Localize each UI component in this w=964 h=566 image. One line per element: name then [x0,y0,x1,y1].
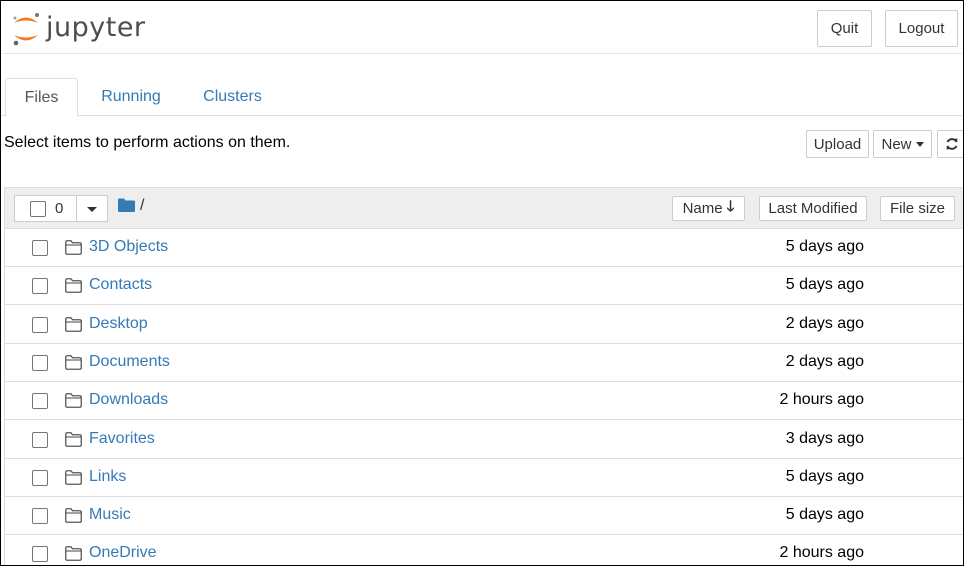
item-modified: 2 hours ago [779,391,864,409]
breadcrumb[interactable]: / [118,197,144,218]
item-modified: 5 days ago [785,238,864,255]
tab-clusters[interactable]: Clusters [191,78,274,116]
item-name-link[interactable]: Contacts [89,276,152,294]
file-list-header: 0 / Name 🡓 Last Modified File size [5,188,963,229]
list-item[interactable]: Music 5 days ago [5,497,963,536]
item-modified: 5 days ago [785,467,864,485]
caret-down-icon [915,141,924,147]
refresh-button[interactable] [937,130,963,158]
chevron-down-icon[interactable] [87,207,97,212]
new-button-label: New [881,135,912,153]
item-name-link[interactable]: Music [89,506,131,524]
sort-by-name-button[interactable]: Name 🡓 [672,196,745,221]
refresh-icon [946,138,958,150]
item-name-link[interactable]: Desktop [89,315,148,333]
item-checkbox[interactable] [32,469,48,486]
jupyter-logo-icon [13,13,39,46]
list-item[interactable]: Links 5 days ago [5,458,963,497]
jupyter-window: jupyter Quit Logout Files Running Cluste… [0,0,964,566]
item-name-link[interactable]: Links [89,468,126,486]
upload-button[interactable]: Upload [806,130,869,158]
tab-files[interactable]: Files [5,78,78,117]
sort-by-size-button[interactable]: File size [880,196,955,221]
breadcrumb-path[interactable]: / [140,197,144,215]
select-divider [76,196,77,221]
new-button[interactable]: New [873,130,932,158]
item-name-link[interactable]: Downloads [89,391,168,409]
select-all-checkbox[interactable] [30,201,46,217]
folder-icon [65,354,82,370]
sort-by-modified-button[interactable]: Last Modified [759,196,867,221]
file-list: 0 / Name 🡓 Last Modified File size 3D Ob… [4,187,963,565]
list-item[interactable]: 3D Objects 5 days ago [5,229,963,267]
item-name-link[interactable]: OneDrive [89,544,157,562]
folder-icon [65,316,82,332]
logo-text: jupyter [46,12,146,43]
folder-icon [65,240,82,255]
folder-icon [65,431,82,447]
list-item[interactable]: Desktop 2 days ago [5,305,963,344]
item-modified: 3 days ago [785,429,864,447]
list-item[interactable]: OneDrive 2 hours ago [5,535,963,565]
item-name-link[interactable]: 3D Objects [89,238,168,256]
item-checkbox[interactable] [32,431,48,448]
selected-count: 0 [55,200,64,217]
folder-icon [65,393,82,409]
item-checkbox[interactable] [32,354,48,371]
folder-icon [65,546,82,562]
arrow-down-icon: 🡓 [726,198,735,215]
list-item[interactable]: Contacts 5 days ago [5,267,963,306]
item-modified: 2 hours ago [779,544,864,562]
folder-icon [65,508,82,523]
sort-name-label: Name [682,200,723,217]
item-modified: 5 days ago [785,276,864,294]
select-all-dropdown[interactable]: 0 [14,195,108,222]
item-checkbox[interactable] [32,546,48,563]
header: jupyter Quit Logout [2,2,962,54]
list-item[interactable]: Downloads 2 hours ago [5,382,963,421]
item-modified: 2 days ago [785,314,864,332]
item-checkbox[interactable] [32,316,48,333]
item-modified: 2 days ago [785,352,864,370]
list-item[interactable]: Favorites 3 days ago [5,420,963,459]
item-name-link[interactable]: Documents [89,353,170,371]
item-checkbox[interactable] [32,240,48,256]
list-item[interactable]: Documents 2 days ago [5,343,963,382]
tab-bar: Files Running Clusters [2,78,962,117]
quit-button[interactable]: Quit [817,10,872,47]
item-checkbox[interactable] [32,393,48,410]
item-checkbox[interactable] [32,508,48,525]
folder-icon [65,469,82,485]
selection-hint: Select items to perform actions on them. [4,134,291,151]
folder-icon [118,198,135,212]
folder-icon [65,278,82,294]
item-checkbox[interactable] [32,278,48,295]
tab-running[interactable]: Running [92,78,170,116]
logout-button[interactable]: Logout [885,10,958,47]
item-modified: 5 days ago [785,506,864,524]
item-name-link[interactable]: Favorites [89,430,155,448]
jupyter-logo[interactable]: jupyter [10,10,150,48]
